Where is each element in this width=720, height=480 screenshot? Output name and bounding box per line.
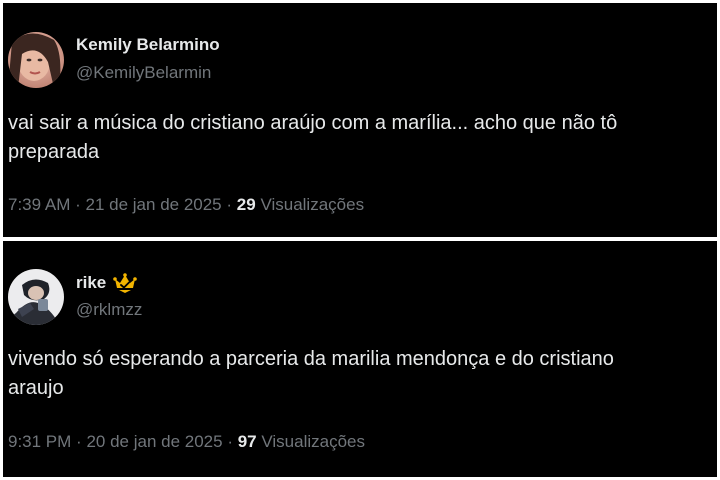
tweet-card[interactable]: Kemily Belarmino @KemilyBelarmin vai sai… xyxy=(3,3,717,237)
user-avatar[interactable] xyxy=(8,269,64,325)
tweet-card[interactable]: rike @rklmzz vivendo só esperando a parc… xyxy=(3,241,717,477)
gold-crown-verified-icon[interactable] xyxy=(112,272,138,294)
meta-separator: · xyxy=(75,195,81,214)
author-display-name[interactable]: rike xyxy=(76,273,106,293)
views-count: 97 xyxy=(237,432,257,451)
author-handle[interactable]: @KemilyBelarmin xyxy=(76,63,211,83)
meta-separator: · xyxy=(76,432,82,451)
tweet-text-line: preparada xyxy=(8,141,100,163)
tweet-metadata: 9:31 PM · 20 de jan de 2025 · 97 Visuali… xyxy=(8,432,365,452)
author-display-name[interactable]: Kemily Belarmino xyxy=(76,35,220,55)
author-name-row: Kemily Belarmino xyxy=(76,35,220,55)
tweet-text: vai sair a música do cristiano araújo co… xyxy=(8,109,717,167)
tweet-text: vivendo só esperando a parceria da maril… xyxy=(8,345,717,403)
avatar-photo-icon xyxy=(8,269,64,325)
tweet-text-line: vivendo só esperando a parceria da maril… xyxy=(8,348,614,370)
user-avatar[interactable] xyxy=(8,32,64,88)
tweet-time[interactable]: 9:31 PM xyxy=(8,432,71,451)
meta-separator: · xyxy=(226,195,233,214)
tweet-metadata: 7:39 AM · 21 de jan de 2025 · 29 Visuali… xyxy=(8,195,364,215)
avatar-photo-icon xyxy=(8,32,64,88)
tweet-date[interactable]: 20 de jan de 2025 xyxy=(86,432,222,451)
views-count: 29 xyxy=(236,195,256,214)
tweet-date[interactable]: 21 de jan de 2025 xyxy=(86,195,222,214)
views-label: Visualizações xyxy=(260,195,365,214)
views-label: Visualizações xyxy=(261,432,366,451)
tweet-text-line: vai sair a música do cristiano araújo co… xyxy=(8,112,618,134)
author-name-row: rike xyxy=(76,272,138,294)
tweet-time[interactable]: 7:39 AM xyxy=(8,195,70,214)
tweet-text-line: araujo xyxy=(8,377,64,399)
meta-separator: · xyxy=(227,432,233,451)
author-handle[interactable]: @rklmzz xyxy=(76,300,142,320)
